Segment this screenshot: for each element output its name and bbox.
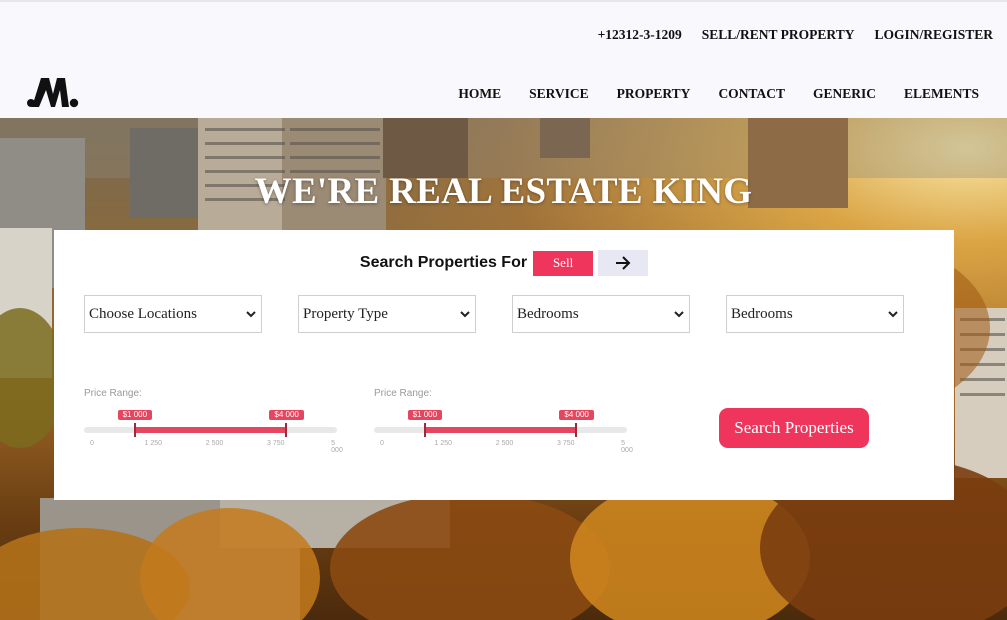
nav-elements[interactable]: ELEMENTS: [904, 86, 979, 102]
property-type-select[interactable]: Property Type: [298, 295, 476, 333]
nav-generic[interactable]: GENERIC: [813, 86, 876, 102]
nav-property[interactable]: PROPERTY: [617, 86, 691, 102]
property-type-select-value: Property Type: [303, 305, 388, 322]
top-links: +12312-3-1209 SELL/RENT PROPERTY LOGIN/R…: [598, 27, 993, 43]
search-label: Search Properties For: [359, 254, 528, 271]
price-range-label: Price Range:: [84, 388, 142, 399]
range-fill: [424, 427, 577, 433]
location-select-value: Choose Locations: [89, 305, 197, 322]
phone-link[interactable]: +12312-3-1209: [598, 27, 682, 43]
login-register-link[interactable]: LOGIN/REGISTER: [874, 27, 993, 43]
range-tick: 0: [380, 440, 384, 447]
range-tick: 3 750: [266, 440, 285, 447]
header: +12312-3-1209 SELL/RENT PROPERTY LOGIN/R…: [0, 0, 1007, 118]
range-tick: 2 500: [205, 440, 224, 447]
range-low-badge: $1 000: [117, 410, 153, 420]
range-handle-high[interactable]: [575, 423, 578, 437]
range-tick: 1 250: [144, 440, 163, 447]
chevron-down-icon: [246, 311, 256, 318]
range-tick: 1 250: [434, 440, 453, 447]
nav-contact[interactable]: CONTACT: [718, 86, 785, 102]
hero-title: WE'RE REAL ESTATE KING: [254, 171, 753, 212]
range-high-badge: $4 000: [559, 410, 594, 420]
bedrooms-select-2-value: Bedrooms: [731, 305, 793, 322]
nav-home[interactable]: HOME: [458, 86, 501, 102]
range-handle-low[interactable]: [423, 423, 426, 437]
search-header: Search Properties For Sell: [54, 250, 954, 276]
chevron-down-icon: [674, 311, 684, 318]
range-low-badge: $1 000: [407, 410, 443, 420]
range-fill: [134, 427, 287, 433]
range-tick: 5 000: [621, 440, 633, 454]
range-tick: 2 500: [495, 440, 514, 447]
range-handle-low[interactable]: [133, 423, 136, 437]
logo[interactable]: [27, 76, 79, 113]
logo-mark-icon: [27, 78, 79, 108]
arrow-right-icon: [616, 256, 631, 270]
sell-rent-link[interactable]: SELL/RENT PROPERTY: [702, 27, 855, 43]
range-handle-high[interactable]: [285, 423, 288, 437]
range-tick: 3 750: [556, 440, 575, 447]
main-nav: HOME SERVICE PROPERTY CONTACT GENERIC EL…: [458, 86, 979, 102]
search-properties-button[interactable]: Search Properties: [719, 408, 869, 448]
range-high-badge: $4 000: [269, 410, 304, 420]
search-panel: Search Properties For Sell Choose Locati…: [54, 230, 954, 500]
bedrooms-select-2[interactable]: Bedrooms: [726, 295, 904, 333]
sell-toggle[interactable]: Sell: [533, 250, 594, 276]
bedrooms-select-value: Bedrooms: [517, 305, 579, 322]
bedrooms-select[interactable]: Bedrooms: [512, 295, 690, 333]
range-tick: 0: [90, 440, 94, 447]
chevron-down-icon: [888, 311, 898, 318]
arrow-right-button[interactable]: [598, 250, 649, 276]
price-range-label: Price Range:: [374, 388, 432, 399]
nav-service[interactable]: SERVICE: [529, 86, 589, 102]
price-range-slider-1[interactable]: Price Range: $1 000 $4 000 0 1 250 2 500…: [84, 388, 344, 454]
price-range-slider-2[interactable]: Price Range: $1 000 $4 000 0 1 250 2 500…: [374, 388, 634, 454]
range-tick: 5 000: [331, 440, 343, 454]
chevron-down-icon: [460, 311, 470, 318]
location-select[interactable]: Choose Locations: [84, 295, 262, 333]
